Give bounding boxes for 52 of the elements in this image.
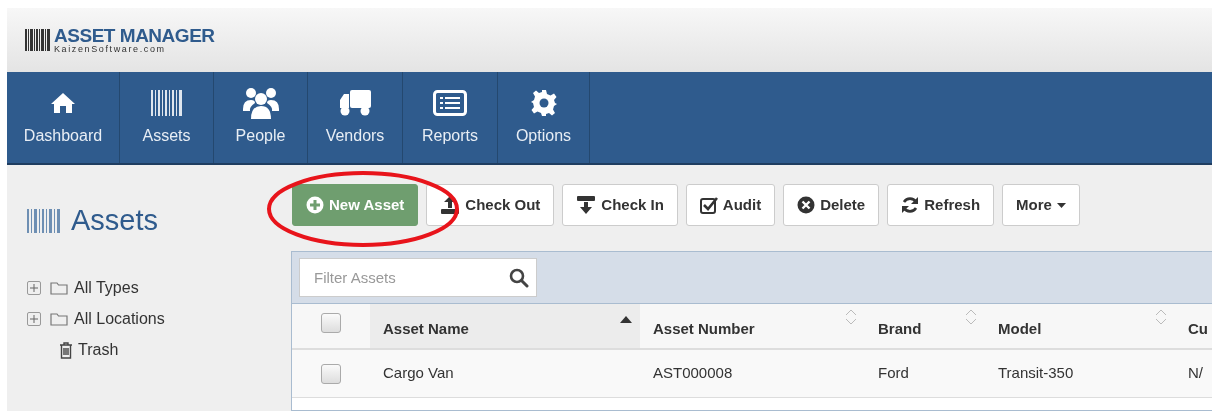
search-icon	[509, 268, 529, 288]
toolbar-button[interactable]: Check In	[562, 184, 678, 226]
refresh-icon	[901, 196, 920, 214]
toolbar-button[interactable]: Check Out	[426, 184, 555, 226]
table-cell-text: AST000008	[653, 363, 733, 384]
tree-item[interactable]: All Types	[74, 276, 139, 300]
barcode-icon	[25, 29, 51, 51]
close-icon	[797, 196, 816, 214]
logo-subtitle: KaizenSoftware.com	[54, 45, 167, 54]
nav-item[interactable]: People	[214, 72, 308, 163]
caret-icon	[1056, 202, 1066, 208]
filter-field[interactable]: Filter Assets	[299, 258, 537, 297]
people-icon	[242, 86, 279, 119]
expand-icon[interactable]	[27, 281, 41, 295]
nav-item[interactable]: Assets	[120, 72, 214, 163]
tree-item[interactable]: All Locations	[74, 307, 165, 331]
column-header[interactable]: Asset Name	[370, 304, 640, 348]
home-icon	[50, 91, 76, 114]
report-icon	[433, 89, 467, 116]
toolbar-button[interactable]: More	[1002, 184, 1080, 226]
barcode-icon	[27, 208, 63, 233]
checkbox-icon	[699, 196, 718, 214]
column-header[interactable]: Model	[985, 304, 1175, 348]
folder-icon	[50, 312, 68, 326]
checkbox[interactable]	[321, 313, 341, 333]
table-cell-text: N/	[1188, 363, 1203, 384]
plus-circle-icon	[306, 196, 324, 214]
settings-icon	[529, 88, 558, 117]
logo-title: ASSET MANAGER	[54, 26, 215, 45]
toolbar-button[interactable]: Delete	[783, 184, 880, 226]
barcode-icon	[150, 89, 183, 116]
folder-icon	[50, 281, 68, 295]
download-icon	[576, 196, 597, 214]
checkbox[interactable]	[321, 363, 341, 384]
toolbar-button[interactable]: Refresh	[887, 184, 995, 226]
toolbar-button[interactable]: Audit	[685, 184, 776, 226]
column-header[interactable]: Cu	[1175, 304, 1212, 348]
nav-item[interactable]: Options	[498, 72, 590, 163]
nav-item[interactable]: Dashboard	[7, 72, 120, 163]
nav-item[interactable]: Reports	[403, 72, 498, 163]
nav-item[interactable]: Vendors	[308, 72, 403, 163]
column-header[interactable]: Asset Number	[640, 304, 865, 348]
truck-icon	[339, 89, 371, 116]
column-header[interactable]: Brand	[865, 304, 985, 348]
tree-item[interactable]: Trash	[78, 338, 119, 362]
expand-icon[interactable]	[27, 312, 41, 326]
table-cell-text: Cargo Van	[383, 363, 454, 384]
sidebar-title: Assets	[71, 203, 159, 238]
trash-icon	[59, 341, 73, 359]
table-cell-text: Transit-350	[998, 363, 1074, 384]
upload-icon	[440, 196, 461, 214]
table-cell-text: Ford	[878, 363, 909, 384]
